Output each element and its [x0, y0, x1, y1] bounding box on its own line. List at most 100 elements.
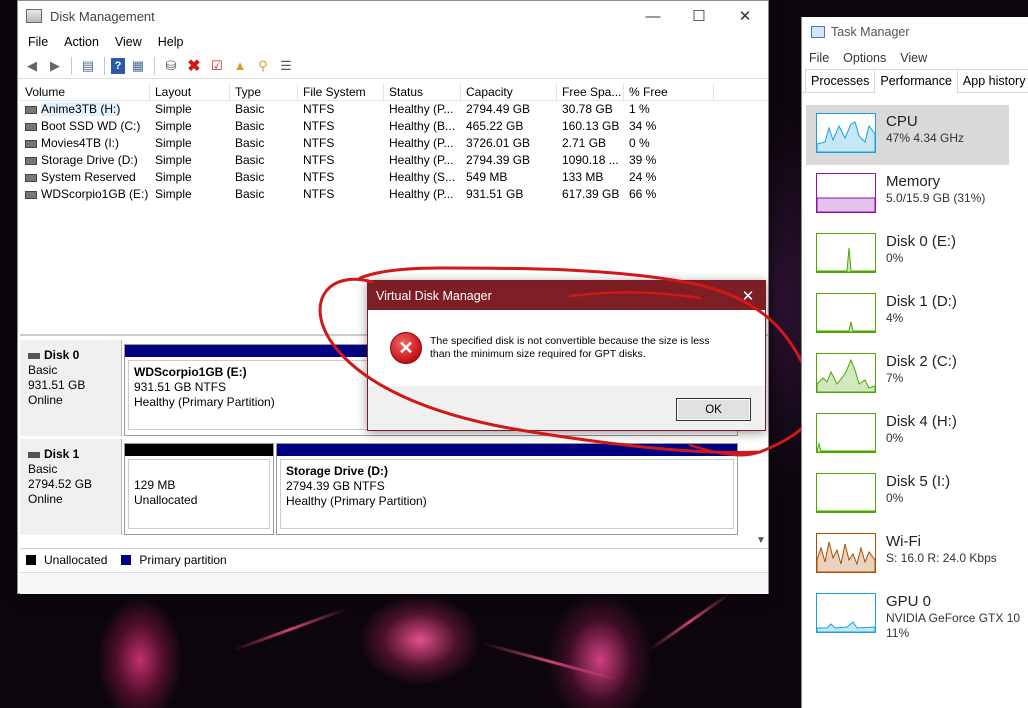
table-cell: NTFS [303, 102, 335, 116]
table-row[interactable]: System Reserved Simple Basic NTFS Healthy (S… [20, 169, 768, 186]
perf-item-value: NVIDIA GeForce GTX 10 [886, 611, 1021, 625]
partition-storage-size: 2794.39 GB NTFS [286, 479, 385, 493]
maximize-button[interactable]: ☐ [676, 1, 722, 31]
table-cell: NTFS [303, 119, 335, 133]
dialog-message-line1: The specified disk is not convertible be… [430, 335, 710, 347]
disk-0-info[interactable]: Disk 0 Basic 931.51 GB Online [20, 340, 122, 436]
perf-graph-thumbnail [816, 413, 876, 453]
volume-name-cell: Anime3TB (H:) [20, 101, 150, 118]
column-header-volume[interactable]: Volume [20, 84, 150, 100]
column-header-layout[interactable]: Layout [150, 84, 230, 100]
column-header-type[interactable]: Type [230, 84, 298, 100]
perf-item-name: CPU [886, 113, 918, 130]
table-cell: Basic [235, 153, 265, 167]
properties-icon[interactable]: ▦ [128, 57, 148, 75]
menu-file[interactable]: File [20, 35, 56, 49]
tab-app-history[interactable]: App history [956, 69, 1028, 92]
partition-storage-label: Storage Drive (D:) [286, 464, 389, 478]
tm-menu-options[interactable]: Options [843, 51, 886, 65]
perf-item-name: Disk 0 (E:) [886, 233, 957, 250]
perf-item-disk-2-c[interactable]: Disk 2 (C:) 7% [806, 345, 1009, 405]
perf-item-value: 0% [886, 251, 904, 265]
perf-item-gpu-0[interactable]: GPU 0 NVIDIA GeForce GTX 10 11% [806, 585, 1020, 645]
dm-menubar: File Action View Help [18, 31, 768, 53]
folder-search-icon[interactable]: ⚲ [253, 57, 273, 75]
perf-item-disk-4-h[interactable]: Disk 4 (H:) 0% [806, 405, 1009, 465]
drive-icon [25, 173, 37, 182]
disk-0-type: Basic [28, 363, 58, 377]
column-header-free-space[interactable]: Free Spa... [557, 84, 624, 100]
perf-item-value: 0% [886, 431, 904, 445]
table-cell: NTFS [303, 136, 335, 150]
perf-item-wi-fi[interactable]: Wi-Fi S: 16.0 R: 24.0 Kbps [806, 525, 1009, 585]
menu-help[interactable]: Help [150, 35, 192, 49]
column-header-status[interactable]: Status [384, 84, 461, 100]
ok-button[interactable]: OK [676, 398, 751, 421]
settings-list-icon[interactable]: ☰ [276, 57, 296, 75]
task-manager-window: Task Manager File Options View Processes… [801, 17, 1028, 708]
table-cell: Simple [155, 170, 192, 184]
table-cell: 1 % [629, 102, 650, 116]
partition-storage-drive[interactable]: Storage Drive (D:) 2794.39 GB NTFS Healt… [276, 443, 738, 535]
volume-name: Storage Drive (D:) [41, 153, 138, 167]
menu-action[interactable]: Action [56, 35, 107, 49]
scroll-down-icon[interactable]: ▼ [756, 535, 766, 546]
tm-menubar: File Options View [802, 47, 1028, 69]
tm-menu-file[interactable]: File [809, 51, 829, 65]
disk-1-info[interactable]: Disk 1 Basic 2794.52 GB Online [20, 439, 122, 535]
back-arrow-icon[interactable]: ◀ [22, 57, 42, 75]
partition-storage-status: Healthy (Primary Partition) [286, 494, 427, 508]
volume-name: Movies4TB (I:) [41, 136, 120, 150]
table-row[interactable]: WDScorpio1GB (E:) Simple Basic NTFS Healthy … [20, 186, 768, 203]
unallocated-swatch [26, 555, 36, 565]
tm-menu-view[interactable]: View [900, 51, 927, 65]
close-button[interactable]: ✕ [722, 1, 768, 31]
column-header-capacity[interactable]: Capacity [461, 84, 557, 100]
table-cell: 931.51 GB [466, 187, 524, 201]
tm-titlebar[interactable]: Task Manager [802, 17, 1028, 47]
table-cell: Simple [155, 102, 192, 116]
tm-tabs: Processes Performance App history S [802, 69, 1028, 94]
menu-view[interactable]: View [107, 35, 150, 49]
perf-item-disk-1-d[interactable]: Disk 1 (D:) 4% [806, 285, 1009, 345]
table-cell: 465.22 GB [466, 119, 524, 133]
column-header-file-system[interactable]: File System [298, 84, 384, 100]
dialog-message-line2: than the minimum size required for GPT d… [430, 348, 646, 360]
minimize-button[interactable]: — [630, 1, 676, 31]
console-tree-icon[interactable]: ▤ [78, 57, 98, 75]
perf-item-cpu[interactable]: CPU 47% 4.34 GHz [806, 105, 1009, 165]
table-cell: 0 % [629, 136, 650, 150]
connect-icon[interactable]: ⛁ [161, 57, 181, 75]
disk-management-app-icon [26, 9, 42, 23]
dialog-title[interactable]: Virtual Disk Manager [368, 281, 765, 310]
table-cell: Basic [235, 170, 265, 184]
volume-name: Boot SSD WD (C:) [41, 119, 141, 133]
volume-name: WDScorpio1GB (E:) [41, 187, 149, 201]
perf-item-name: Disk 5 (I:) [886, 473, 951, 490]
folder-up-icon[interactable]: ▲ [230, 57, 250, 75]
table-cell: 133 MB [562, 170, 604, 184]
table-cell: 549 MB [466, 170, 508, 184]
perf-item-disk-5-i[interactable]: Disk 5 (I:) 0% [806, 465, 1009, 525]
delete-icon[interactable]: ✖ [184, 57, 204, 75]
help-icon[interactable]: ? [111, 57, 125, 74]
perf-item-name: Wi-Fi [886, 533, 921, 550]
table-cell: 617.39 GB [562, 187, 620, 201]
table-cell: Basic [235, 187, 265, 201]
tab-performance[interactable]: Performance [874, 69, 958, 94]
column-header-percent-free[interactable]: % Free [624, 84, 714, 100]
table-row[interactable]: Storage Drive (D:) Simple Basic NTFS Healthy… [20, 152, 768, 169]
perf-item-memory[interactable]: Memory 5.0/15.9 GB (31%) [806, 165, 1009, 225]
check-icon[interactable]: ☑ [207, 57, 227, 75]
perf-graph-thumbnail [816, 113, 876, 153]
tab-processes[interactable]: Processes [805, 69, 876, 92]
table-row[interactable]: Boot SSD WD (C:) Simple Basic NTFS Healthy (… [20, 118, 768, 135]
table-row[interactable]: Movies4TB (I:) Simple Basic NTFS Healthy (P.… [20, 135, 768, 152]
table-cell: 2.71 GB [562, 136, 607, 150]
table-row[interactable]: Anime3TB (H:) Simple Basic NTFS Healthy (P..… [20, 101, 768, 118]
minimize-icon: — [645, 7, 661, 25]
partition-unallocated[interactable]: 129 MB Unallocated [124, 443, 274, 535]
dialog-close-button[interactable]: ✕ [731, 281, 765, 310]
forward-arrow-icon[interactable]: ▶ [45, 57, 65, 75]
perf-item-disk-0-e[interactable]: Disk 0 (E:) 0% [806, 225, 1009, 285]
